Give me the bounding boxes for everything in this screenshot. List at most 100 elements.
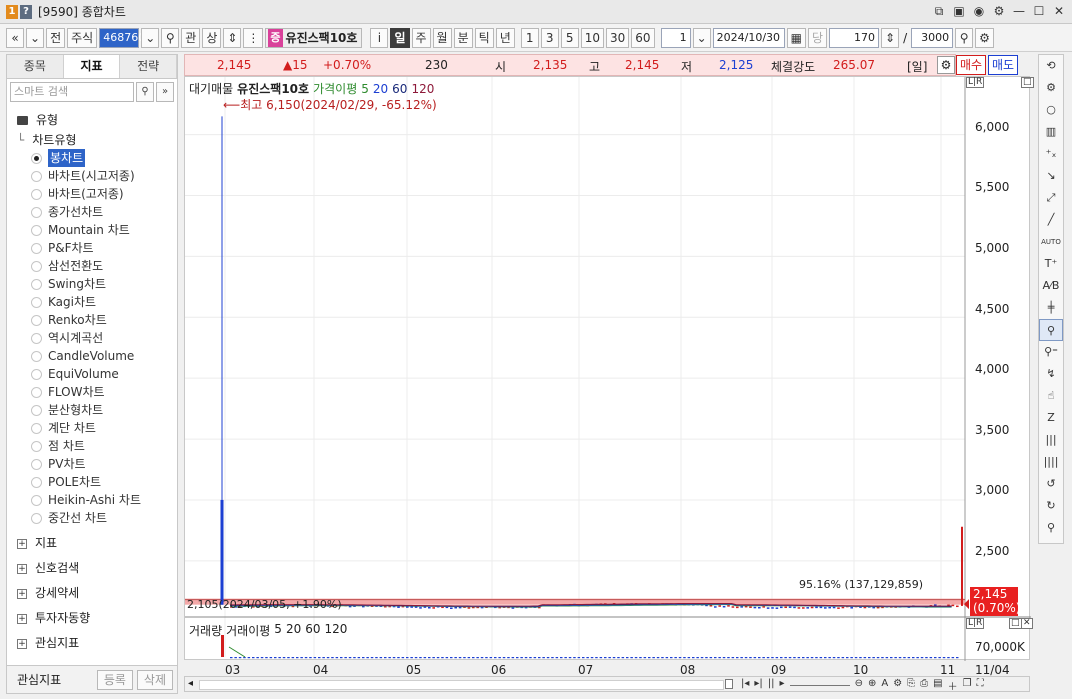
first-icon[interactable]: |◂ [741,678,749,693]
delete-button[interactable]: 삭제 [136,669,173,690]
vertical-lines-icon[interactable]: ||| [1039,429,1063,451]
next-icon[interactable]: ▸ [780,678,785,693]
chart-type-option[interactable]: 바차트(고저종) [7,185,177,203]
zoom-out-icon[interactable]: ⊖ [855,678,863,693]
radio-icon[interactable] [31,188,42,200]
parallel-lines-icon[interactable]: |||| [1039,451,1063,473]
search-icon[interactable]: ⚲ [161,27,180,48]
count-stepper[interactable]: ⇕ [881,27,900,48]
tab-strategy[interactable]: 전략 [120,55,178,78]
date-input[interactable]: 2024/10/30 [712,27,785,48]
code-dropdown-button[interactable]: ⌄ [141,27,160,48]
magnify-icon[interactable]: ⚲ [1039,517,1063,539]
chart-type-option[interactable]: Heikin-Ashi 차트 [7,491,177,509]
pause-icon[interactable]: || [768,678,775,693]
radio-icon[interactable] [31,512,42,524]
minimize-button[interactable]: — [1012,3,1026,19]
chart-scrollbar[interactable]: ◂ |◂ ▸| || ▸ ⊖ ⊕ A ⚙ ⎘ ⎙ ▤ ＋ ❐ ⛶ [184,676,1030,693]
interval-60-button[interactable]: 60 [631,27,655,48]
tree-folder-type[interactable]: 유형 [7,109,177,131]
chart-type-option[interactable]: P&F차트 [7,239,177,257]
period-week-button[interactable]: 주 [411,27,431,48]
chart-type-option[interactable]: POLE차트 [7,473,177,491]
chart-type-option[interactable]: PV차트 [7,455,177,473]
expand-icon[interactable]: » [156,82,174,102]
group-favorites[interactable]: + 관심지표 [7,631,177,656]
radio-icon[interactable] [31,296,42,308]
interval-dropdown-icon[interactable]: ⌄ [692,27,711,48]
more-icon[interactable]: ⋮ [243,27,264,48]
group-investor-trend[interactable]: + 투자자동향 [7,606,177,631]
maximize-pane-icon[interactable]: □ [1021,77,1034,88]
display-count-input[interactable]: 170 [829,27,880,48]
window-icon[interactable]: ❐ [963,678,972,693]
zoom-list-icon[interactable]: ⚲⁼ [1039,341,1063,363]
chart-type-option[interactable]: 바차트(시고저종) [7,167,177,185]
fibonacci-icon[interactable]: ↯ [1039,363,1063,385]
interval-10-button[interactable]: 10 [580,27,605,48]
radio-icon[interactable] [31,260,42,272]
interval-input[interactable]: 1 [660,27,691,48]
help-icon[interactable]: ? [20,4,32,19]
text-icon[interactable]: T⁺ [1039,253,1063,275]
radio-icon[interactable] [31,152,42,164]
period-month-button[interactable]: 월 [432,27,452,48]
interval-3-button[interactable]: 3 [540,27,559,48]
radio-icon[interactable] [31,422,42,434]
info-button[interactable]: i [370,27,389,48]
register-button[interactable]: 등록 [96,669,133,690]
trend-icon[interactable]: ↘ [1039,165,1063,187]
chart-type-option[interactable]: 삼선전환도 [7,257,177,275]
period-day-button[interactable]: 일 [390,27,410,48]
period-tick-button[interactable]: 틱 [474,27,494,48]
interval-5-button[interactable]: 5 [560,27,579,48]
group-signal-search[interactable]: + 신호검색 [7,556,177,581]
radio-icon[interactable] [31,206,42,218]
smart-search-input[interactable]: 스마트 검색 [10,82,134,102]
group-indicator[interactable]: + 지표 [7,531,177,556]
radio-icon[interactable] [31,350,42,362]
current-button[interactable]: 당 [807,27,828,48]
tab-stock[interactable]: 종목 [7,55,64,78]
radio-icon[interactable] [31,494,42,506]
interval-30-button[interactable]: 30 [606,27,630,48]
z-icon[interactable]: Z [1039,407,1063,429]
screenshot-icon[interactable]: ⎘ [907,678,915,693]
indicator-icon[interactable]: ▥ [1039,121,1063,143]
font-icon[interactable]: A [881,678,888,693]
settings-icon[interactable]: ⚙ [893,678,902,693]
play-icon[interactable]: ▸| [754,678,762,693]
radio-icon[interactable] [31,368,42,380]
zoom-in-icon[interactable]: ⊕ [868,678,876,693]
quote-settings-icon[interactable]: ⚙ [937,56,955,74]
layout-icon[interactable]: ▤ [933,678,942,693]
radio-icon[interactable] [31,476,42,488]
chart-type-option[interactable]: FLOW차트 [7,383,177,401]
radio-icon[interactable] [31,440,42,452]
auto-icon[interactable]: AUTO [1039,231,1063,253]
volume-axis-scale-toggle[interactable]: L|R [966,618,985,629]
history-dropdown-button[interactable]: ⌄ [26,27,45,48]
chart-type-option[interactable]: Renko차트 [7,311,177,329]
settings-icon[interactable]: ⚙ [1039,77,1063,99]
radio-icon[interactable] [31,314,42,326]
zoom-icon[interactable]: ⚲ [1039,319,1063,341]
tab-indicator[interactable]: 지표 [63,55,121,78]
close-pane-icon[interactable]: ✕ [1021,618,1033,629]
period-year-button[interactable]: 년 [495,27,515,48]
sell-button[interactable]: 매도 [988,55,1019,75]
restore-pane-icon[interactable]: □ [1009,618,1022,629]
print-icon[interactable]: ⎙ [920,678,928,693]
chart-type-option[interactable]: 종가선차트 [7,203,177,221]
all-button[interactable]: 전 [46,27,66,48]
rank-button[interactable]: 상 [202,27,222,48]
group-strength[interactable]: + 강세약세 [7,581,177,606]
radio-icon[interactable] [31,278,42,290]
chart-type-option[interactable]: 중간선 차트 [7,509,177,527]
zoom-search-icon[interactable]: ⚲ [955,27,974,48]
radio-icon[interactable] [31,404,42,416]
zoom-slider[interactable] [789,678,850,686]
chart-type-option[interactable]: 점 차트 [7,437,177,455]
period-minute-button[interactable]: 분 [453,27,473,48]
up-down-stepper[interactable]: ⇕ [223,27,242,48]
